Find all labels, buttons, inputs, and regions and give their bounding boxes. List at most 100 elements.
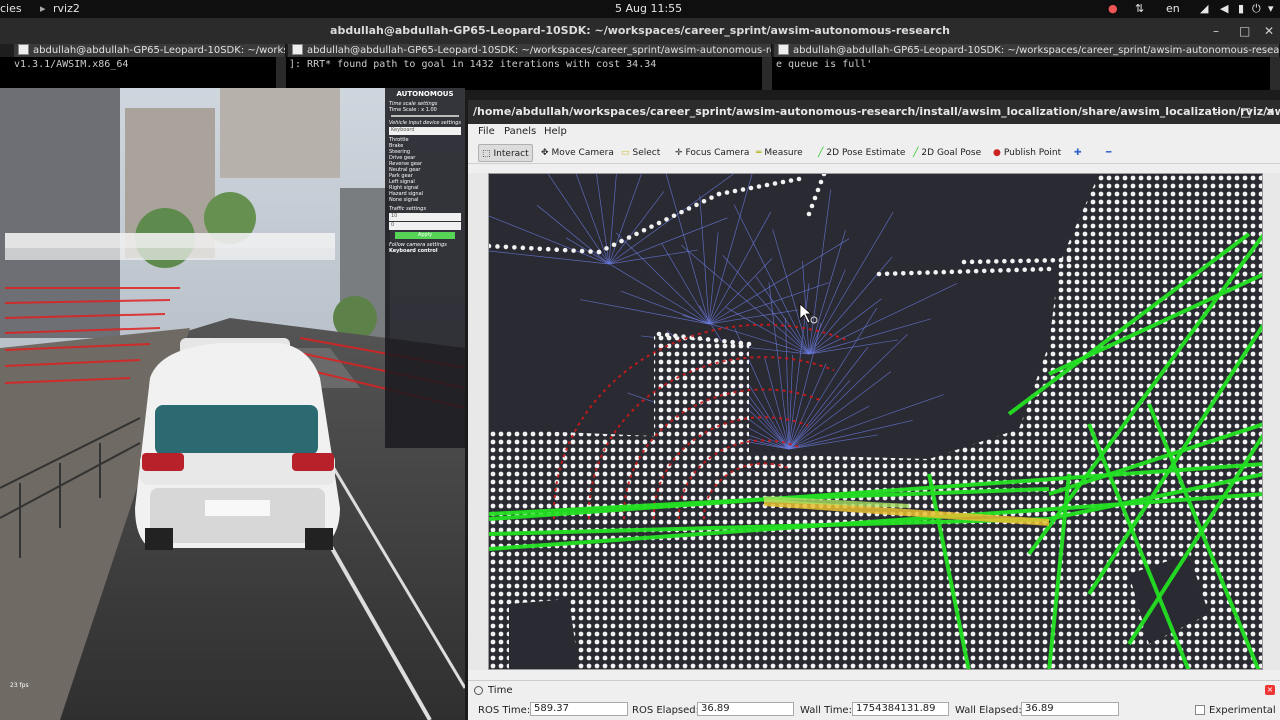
publish-point-icon: ●	[993, 148, 1001, 158]
clock[interactable]: 5 Aug 11:55	[615, 2, 682, 15]
terminal-tab-2[interactable]: abdullah@abdullah-GP65-Leopard-10SDK: ~/…	[288, 44, 772, 57]
input-device-label: Vehicle input device settings	[389, 120, 461, 126]
ros-elapsed-field[interactable]: 36.89	[697, 702, 794, 716]
awsim-simulator-view[interactable]: AUTONOMOUS Time scale settings Time Scal…	[0, 88, 465, 720]
menu-file[interactable]: File	[478, 126, 495, 137]
tool-focus-camera[interactable]: ✛ Focus Camera	[672, 144, 752, 162]
apply-button[interactable]: Apply	[395, 232, 455, 239]
tool-2d-goal-pose[interactable]: ╱ 2D Goal Pose	[910, 144, 984, 162]
pointcloud-edge-point	[925, 270, 930, 275]
terminal-output[interactable]: v1.3.1/AWSIM.x86_64 ]: RRT* found path t…	[0, 57, 1280, 90]
traffic-count-field[interactable]: 0	[389, 222, 461, 230]
pointcloud-edge-point	[1038, 266, 1044, 272]
minimize-icon[interactable]: –	[1213, 18, 1219, 44]
pointcloud-edge-point	[503, 244, 509, 250]
pointcloud-edge-point	[772, 181, 778, 186]
tab-close-icon[interactable]	[292, 44, 303, 55]
pointcloud-edge-point	[957, 269, 963, 274]
add-tool-button[interactable]: ✚	[1071, 144, 1085, 162]
tool-interact[interactable]: ⬚ Interact	[478, 144, 533, 162]
close-icon[interactable]: ✕	[1265, 100, 1275, 124]
close-icon[interactable]: ✕	[1264, 18, 1274, 44]
wall-elapsed-field[interactable]: 36.89	[1021, 702, 1119, 716]
wall-time-field[interactable]: 1754384131.89	[852, 702, 949, 716]
activities-button[interactable]: cies	[0, 2, 22, 15]
menu-help[interactable]: Help	[544, 126, 567, 137]
pointcloud-edge-point	[738, 340, 744, 346]
pointcloud-edge-point	[529, 246, 534, 251]
pointcloud-edge-point	[537, 246, 543, 252]
pointcloud-edge-point	[809, 203, 815, 209]
lidar-ray	[547, 174, 610, 265]
terminal-scrollbar[interactable]	[762, 57, 772, 90]
goal-pose-icon: ╱	[913, 148, 919, 158]
maximize-icon[interactable]: □	[1239, 18, 1250, 44]
time-panel-title: Time	[488, 685, 513, 696]
close-icon[interactable]: ×	[1265, 685, 1275, 695]
pointcloud-edge-point	[489, 243, 492, 249]
power-icon[interactable]: ⏻	[1252, 2, 1261, 16]
rviz-toolbar: ⬚ Interact ✥ Move Camera ▭ Select ✛ Focus Ca…	[468, 142, 1280, 164]
traffic-settings-label: Traffic settings	[389, 206, 427, 212]
pointcloud-edge-point	[1066, 257, 1072, 263]
pointcloud-edge-point	[973, 268, 979, 274]
pointcloud-edge-point	[619, 238, 624, 244]
pointcloud-edge-point	[740, 187, 746, 192]
lidar-ray	[661, 243, 710, 325]
pointcloud-edge-point	[730, 339, 735, 345]
right-dock-splitter[interactable]	[1263, 173, 1280, 670]
tool-select[interactable]: ▭ Select	[618, 144, 663, 162]
lidar-ray	[808, 256, 893, 355]
chevron-down-icon[interactable]: ▾	[1268, 2, 1274, 15]
terminal-tab-1[interactable]: abdullah@abdullah-GP65-Leopard-10SDK: ~/…	[14, 44, 286, 57]
terminal-titlebar[interactable]: abdullah@abdullah-GP65-Leopard-10SDK: ~/…	[0, 18, 1280, 44]
pointcloud-edge-point	[679, 209, 684, 215]
tool-publish-point[interactable]: ● Publish Point	[990, 144, 1064, 162]
pointcloud-edge-point	[673, 333, 678, 339]
cursor-icon: ⬚	[482, 149, 491, 159]
terminal-scrollbar[interactable]	[276, 57, 286, 90]
rviz-3d-viewport[interactable]	[488, 173, 1263, 670]
experimental-checkbox[interactable]	[1195, 705, 1205, 715]
network-icon[interactable]: ⇅	[1135, 2, 1144, 15]
terminal-line-2: ]: RRT* found path to goal in 1432 itera…	[289, 59, 657, 70]
tool-2d-pose-estimate[interactable]: ╱ 2D Pose Estimate	[815, 144, 908, 162]
pointcloud-edge-point	[671, 213, 677, 219]
lidar-ray	[808, 318, 932, 355]
tool-measure[interactable]: ═ Measure	[753, 144, 806, 162]
rviz-titlebar[interactable]: /home/abdullah/workspaces/career_sprint/…	[468, 100, 1280, 124]
lidar-ray	[788, 379, 851, 450]
pointcloud-edge-point	[626, 235, 632, 240]
language-indicator[interactable]: en	[1166, 2, 1180, 15]
minus-icon: ━	[1106, 148, 1112, 158]
time-scale-slider[interactable]	[391, 115, 459, 117]
chrome-icon[interactable]: ●	[1108, 2, 1118, 15]
maximize-icon[interactable]: □	[1240, 100, 1251, 124]
keyboard-control-label: Keyboard control	[389, 248, 438, 254]
tab-close-icon[interactable]	[18, 44, 29, 55]
pointcloud-edge-point	[876, 271, 882, 277]
pointcloud-edge-point	[1034, 258, 1039, 263]
terminal-tab-3[interactable]: abdullah@abdullah-GP65-Leopard-10SDK: ~/…	[774, 44, 1280, 57]
remove-tool-button[interactable]: ━	[1103, 144, 1114, 162]
app-menu-label[interactable]: rviz2	[53, 2, 80, 15]
lidar-ray	[785, 318, 790, 450]
pointcloud-edge-point	[588, 249, 593, 254]
tab-close-icon[interactable]	[778, 44, 789, 55]
terminal-scrollbar[interactable]	[1270, 57, 1280, 90]
tool-move-camera[interactable]: ✥ Move Camera	[538, 144, 617, 162]
wall-elapsed-label: Wall Elapsed:	[955, 705, 1022, 716]
volume-icon[interactable]: ◀	[1220, 2, 1228, 15]
pointcloud-edge-point	[641, 227, 647, 233]
input-device-select[interactable]: Keyboard	[389, 127, 461, 135]
minimize-icon[interactable]: –	[1215, 100, 1221, 124]
menu-panels[interactable]: Panels	[504, 126, 536, 137]
wifi-icon[interactable]: ◢	[1200, 2, 1208, 15]
control-row: None signal	[389, 197, 419, 203]
traffic-seed-field[interactable]: 10	[389, 213, 461, 221]
ros-time-field[interactable]: 589.37	[530, 702, 628, 716]
pointcloud-edge-point	[746, 341, 752, 347]
microphone-icon[interactable]: ▮	[1238, 2, 1244, 15]
left-dock-splitter[interactable]	[468, 173, 488, 670]
lidar-ray	[808, 283, 958, 355]
